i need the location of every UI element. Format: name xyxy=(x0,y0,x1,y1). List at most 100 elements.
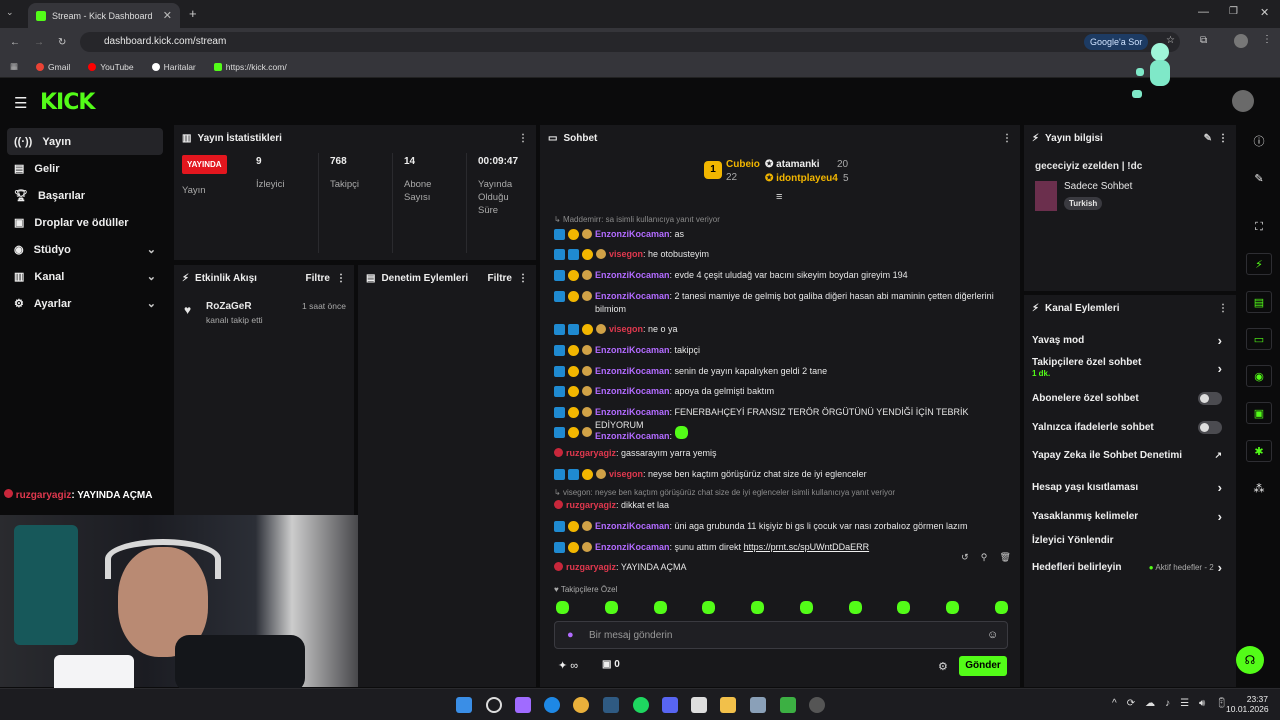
info-icon[interactable]: ⓘ xyxy=(1246,130,1272,152)
chat-user[interactable]: EnzonziKocaman xyxy=(595,291,670,301)
chrome-icon[interactable] xyxy=(573,697,589,713)
bookmark-gmail[interactable]: Gmail xyxy=(36,62,70,72)
emote-chat-toggle[interactable] xyxy=(1198,421,1222,434)
maximize-icon[interactable]: ❐ xyxy=(1229,6,1238,17)
browser-tab[interactable]: Stream - Kick Dashboard ✕ xyxy=(28,3,180,28)
bolt-icon[interactable]: ⚡︎ xyxy=(1246,253,1272,275)
chat-user[interactable]: visegon xyxy=(609,324,643,334)
event-user[interactable]: RoZaGeR xyxy=(206,301,252,312)
edit-icon[interactable]: ✎ xyxy=(1246,167,1272,189)
search-icon[interactable] xyxy=(486,697,502,713)
edit-icon[interactable]: ✎ xyxy=(1204,133,1212,144)
kebab-menu-icon[interactable]: ⋮ xyxy=(518,133,528,144)
age-restriction-row[interactable]: Hesap yaşı kısıtlaması › xyxy=(1032,480,1222,495)
goals-row[interactable]: Hedefleri belirleyin ● Aktif hedefler - 2… xyxy=(1032,560,1222,575)
bookmark-youtube[interactable]: YouTube xyxy=(88,62,134,72)
top-user-1[interactable]: Cubeio xyxy=(726,159,760,170)
close-tab-icon[interactable]: ✕ xyxy=(163,9,172,22)
discord-icon[interactable] xyxy=(662,697,678,713)
new-tab-icon[interactable]: + xyxy=(189,6,197,21)
chat-user[interactable]: EnzonziKocaman xyxy=(595,229,670,239)
banned-words-row[interactable]: Yasaklanmış kelimeler › xyxy=(1032,509,1222,524)
emoji-icon[interactable]: ☺ xyxy=(987,629,998,641)
chat-user[interactable]: EnzonziKocaman xyxy=(595,521,670,531)
trash-icon[interactable]: 🗑︎ xyxy=(999,552,1010,568)
chat-user[interactable]: ruzgaryagiz xyxy=(566,448,616,458)
paint-icon[interactable] xyxy=(691,697,707,713)
browser-menu-icon[interactable]: ⋮ xyxy=(1262,34,1272,45)
screenshot-icon[interactable]: ⛶ xyxy=(1246,216,1272,238)
document-icon[interactable]: ▤ xyxy=(1246,291,1272,313)
start-icon[interactable] xyxy=(456,697,472,713)
ai-moderation-row[interactable]: Yapay Zeka ile Sohbet Denetimi ↗ xyxy=(1032,450,1222,461)
bookmark-kick[interactable]: https://kick.com/ xyxy=(213,62,287,72)
chat-user[interactable]: visegon xyxy=(609,249,643,259)
viewer-guide-row[interactable]: İzleyici Yönlendir xyxy=(1032,535,1222,546)
emote-icon[interactable] xyxy=(799,601,813,614)
settings-icon[interactable] xyxy=(750,697,766,713)
chat-icon[interactable]: ▭ xyxy=(1246,328,1272,350)
kebab-menu-icon[interactable]: ⋮ xyxy=(1002,133,1012,144)
chat-user[interactable]: EnzonziKocaman xyxy=(595,345,670,355)
minimize-icon[interactable]: — xyxy=(1198,6,1209,18)
wrench-icon[interactable]: ✱ xyxy=(1246,440,1272,462)
followers-chat-row[interactable]: Takipçilere özel sohbet 1 dk. › xyxy=(1032,357,1222,379)
sidebar-item-drops[interactable]: ▣ Droplar ve ödüller xyxy=(0,209,170,236)
chat-user[interactable]: EnzonziKocaman xyxy=(595,431,670,441)
chat-user[interactable]: ruzgaryagiz xyxy=(566,562,616,572)
apps-icon[interactable]: ▦ xyxy=(10,61,18,72)
top-user-3-wrap[interactable]: ✪ idontplayeu4 xyxy=(765,173,838,184)
bookmark-maps[interactable]: Haritalar xyxy=(151,62,196,72)
kebab-menu-icon[interactable]: ⋮ xyxy=(518,273,528,284)
chat-settings-icon[interactable]: ⚙ xyxy=(938,660,948,673)
support-chat-icon[interactable]: ☊ xyxy=(1236,646,1264,674)
send-button[interactable]: Gönder xyxy=(959,656,1007,676)
sidebar-item-revenue[interactable]: ▤ Gelir xyxy=(0,155,170,182)
url-field[interactable]: dashboard.kick.com/stream xyxy=(80,32,1180,52)
chat-link[interactable]: https://prnt.sc/spUWntDDaERR xyxy=(744,542,870,552)
folder-icon[interactable] xyxy=(720,697,736,713)
emote-icon[interactable] xyxy=(946,601,960,614)
obs-icon[interactable] xyxy=(809,697,825,713)
close-window-icon[interactable]: ✕ xyxy=(1260,6,1269,19)
kebab-menu-icon[interactable]: ⋮ xyxy=(1218,303,1228,314)
filter-button[interactable]: Filtre xyxy=(488,273,512,284)
tab-search-icon[interactable]: ⌄ xyxy=(6,7,20,21)
back-icon[interactable]: ← xyxy=(10,37,20,48)
store-button[interactable]: ▣ 0 xyxy=(602,659,620,670)
users-icon[interactable]: ⁂ xyxy=(1246,477,1272,499)
layout-icon[interactable]: ▣ xyxy=(1246,402,1272,424)
emote-icon[interactable] xyxy=(702,601,716,614)
sidebar-item-stream[interactable]: ((·)) Yayın xyxy=(7,128,163,155)
edge-icon[interactable] xyxy=(544,697,560,713)
sidebar-item-settings[interactable]: ⚙ Ayarlar ⌄ xyxy=(0,290,170,317)
expand-icon[interactable]: ≡ xyxy=(776,191,782,203)
top-user-2-wrap[interactable]: ✪ atamanki xyxy=(765,159,820,170)
slow-mode-row[interactable]: Yavaş mod › xyxy=(1032,333,1222,348)
reload-icon[interactable]: ↻ xyxy=(58,37,66,48)
extensions-icon[interactable]: ⧉ xyxy=(1200,35,1207,46)
chat-user[interactable]: EnzonziKocaman xyxy=(595,366,670,376)
kick-logo[interactable]: KICK xyxy=(40,90,95,115)
sidebar-item-channel[interactable]: ▥ Kanal ⌄ xyxy=(0,263,170,290)
emote-icon[interactable] xyxy=(653,601,667,614)
spotify-icon[interactable] xyxy=(633,697,649,713)
microphone-icon[interactable]: ● xyxy=(567,629,574,641)
emote-icon[interactable] xyxy=(751,601,765,614)
subs-chat-toggle[interactable] xyxy=(1198,392,1222,405)
chat-user[interactable]: EnzonziKocaman xyxy=(595,270,670,280)
broadcast-icon[interactable]: ◉ xyxy=(1246,365,1272,387)
emote-icon[interactable] xyxy=(848,601,862,614)
kebab-menu-icon[interactable]: ⋮ xyxy=(1218,133,1228,144)
emote-icon[interactable] xyxy=(556,601,569,614)
system-tray-icons[interactable]: ^⟳☁♪☰🔊︎🔋︎ xyxy=(1112,698,1238,709)
hamburger-menu-icon[interactable]: ☰ xyxy=(14,94,27,112)
sidebar-item-studio[interactable]: ◉ Stüdyo ⌄ xyxy=(0,236,170,263)
stream-category[interactable]: Sadece Sohbet xyxy=(1064,181,1132,192)
forward-icon[interactable]: → xyxy=(34,37,44,48)
clock[interactable]: 23:37 10.01.2026 xyxy=(1226,694,1269,714)
channel-points[interactable]: ✦ ∞ xyxy=(558,659,578,672)
copilot-icon[interactable] xyxy=(515,697,531,713)
chat-user[interactable]: visegon xyxy=(609,469,643,479)
chat-user[interactable]: EnzonziKocaman xyxy=(595,386,670,396)
